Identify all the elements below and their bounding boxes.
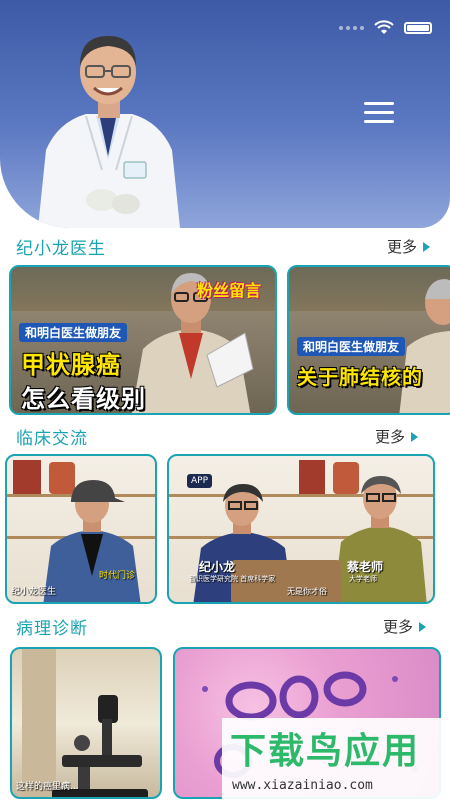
more-label: 更多: [386, 238, 417, 256]
video-caption: 这样的癌里病...: [16, 782, 79, 792]
pathology-card[interactable]: 这样的癌里病...: [10, 647, 162, 799]
video-subtitle: 无是你才俗: [287, 587, 327, 596]
presenter-figure: [399, 279, 450, 413]
video-caption: 纪小龙医生: [11, 587, 57, 597]
more-button[interactable]: 更多: [387, 236, 430, 257]
speaker-name: 纪小龙: [199, 560, 236, 574]
doctor-portrait: [38, 36, 180, 228]
section-header-clinical: 临床交流 更多: [0, 422, 450, 452]
arrow-right-icon: [411, 431, 418, 442]
speaker-name: 蔡老师: [347, 560, 384, 574]
video-tag: 粉丝留言: [197, 281, 262, 300]
watermark: 下载鸟应用 www.xiazainiao.com: [222, 718, 450, 800]
section-title: 纪小龙医生: [16, 239, 106, 259]
more-label: 更多: [382, 618, 413, 636]
status-bar: [339, 20, 432, 36]
video-banner: 和明白医生做朋友: [297, 337, 406, 356]
video-title-line1: 关于肺结核的: [297, 365, 423, 389]
signal-dots-icon: [339, 26, 364, 30]
hero-header: [0, 0, 450, 228]
clinical-card[interactable]: 纪小龙医生 时代门诊: [5, 454, 157, 604]
wifi-icon: [374, 20, 394, 34]
speaker-title: 智识医学研究院 首席科学家: [189, 575, 276, 583]
video-title-line2: 怎么看级别: [21, 385, 146, 413]
clinical-row: 纪小龙医生 时代门诊 APP 纪小龙 智识医学研究院 首席科学家 蔡老师 大学老: [0, 453, 450, 605]
clinical-card[interactable]: APP 纪小龙 智识医学研究院 首席科学家 蔡老师 大学老师 无是你才俗: [167, 454, 435, 604]
section-header-pathology: 病理诊断 更多: [0, 612, 450, 642]
section-title: 病理诊断: [16, 619, 88, 639]
video-banner: 和明白医生做朋友: [19, 323, 128, 342]
menu-button[interactable]: [364, 102, 394, 124]
more-button[interactable]: 更多: [383, 616, 426, 637]
video-row: 粉丝留言 和明白医生做朋友 甲状腺癌 怎么看级别 和明白医生做朋友 关于肺结核的: [0, 264, 450, 416]
more-button[interactable]: 更多: [375, 426, 418, 447]
arrow-right-icon: [423, 241, 430, 252]
section-header-doctor: 纪小龙医生 更多: [0, 232, 450, 262]
watermark-url: www.xiazainiao.com: [232, 778, 373, 793]
hamburger-menu-icon: [364, 102, 394, 105]
guest-figure: [333, 476, 427, 602]
arrow-right-icon: [419, 621, 426, 632]
video-card[interactable]: 粉丝留言 和明白医生做朋友 甲状腺癌 怎么看级别: [9, 265, 277, 415]
watermark-text: 下载鸟应用: [230, 731, 421, 772]
battery-icon: [404, 22, 432, 34]
video-card[interactable]: 和明白医生做朋友 关于肺结核的: [287, 265, 450, 415]
section-title: 临床交流: [16, 429, 88, 449]
video-title-line1: 甲状腺癌: [21, 351, 121, 379]
video-caption: 时代门诊: [99, 571, 136, 581]
more-label: 更多: [374, 428, 405, 446]
speaker-title: 大学老师: [349, 575, 377, 583]
